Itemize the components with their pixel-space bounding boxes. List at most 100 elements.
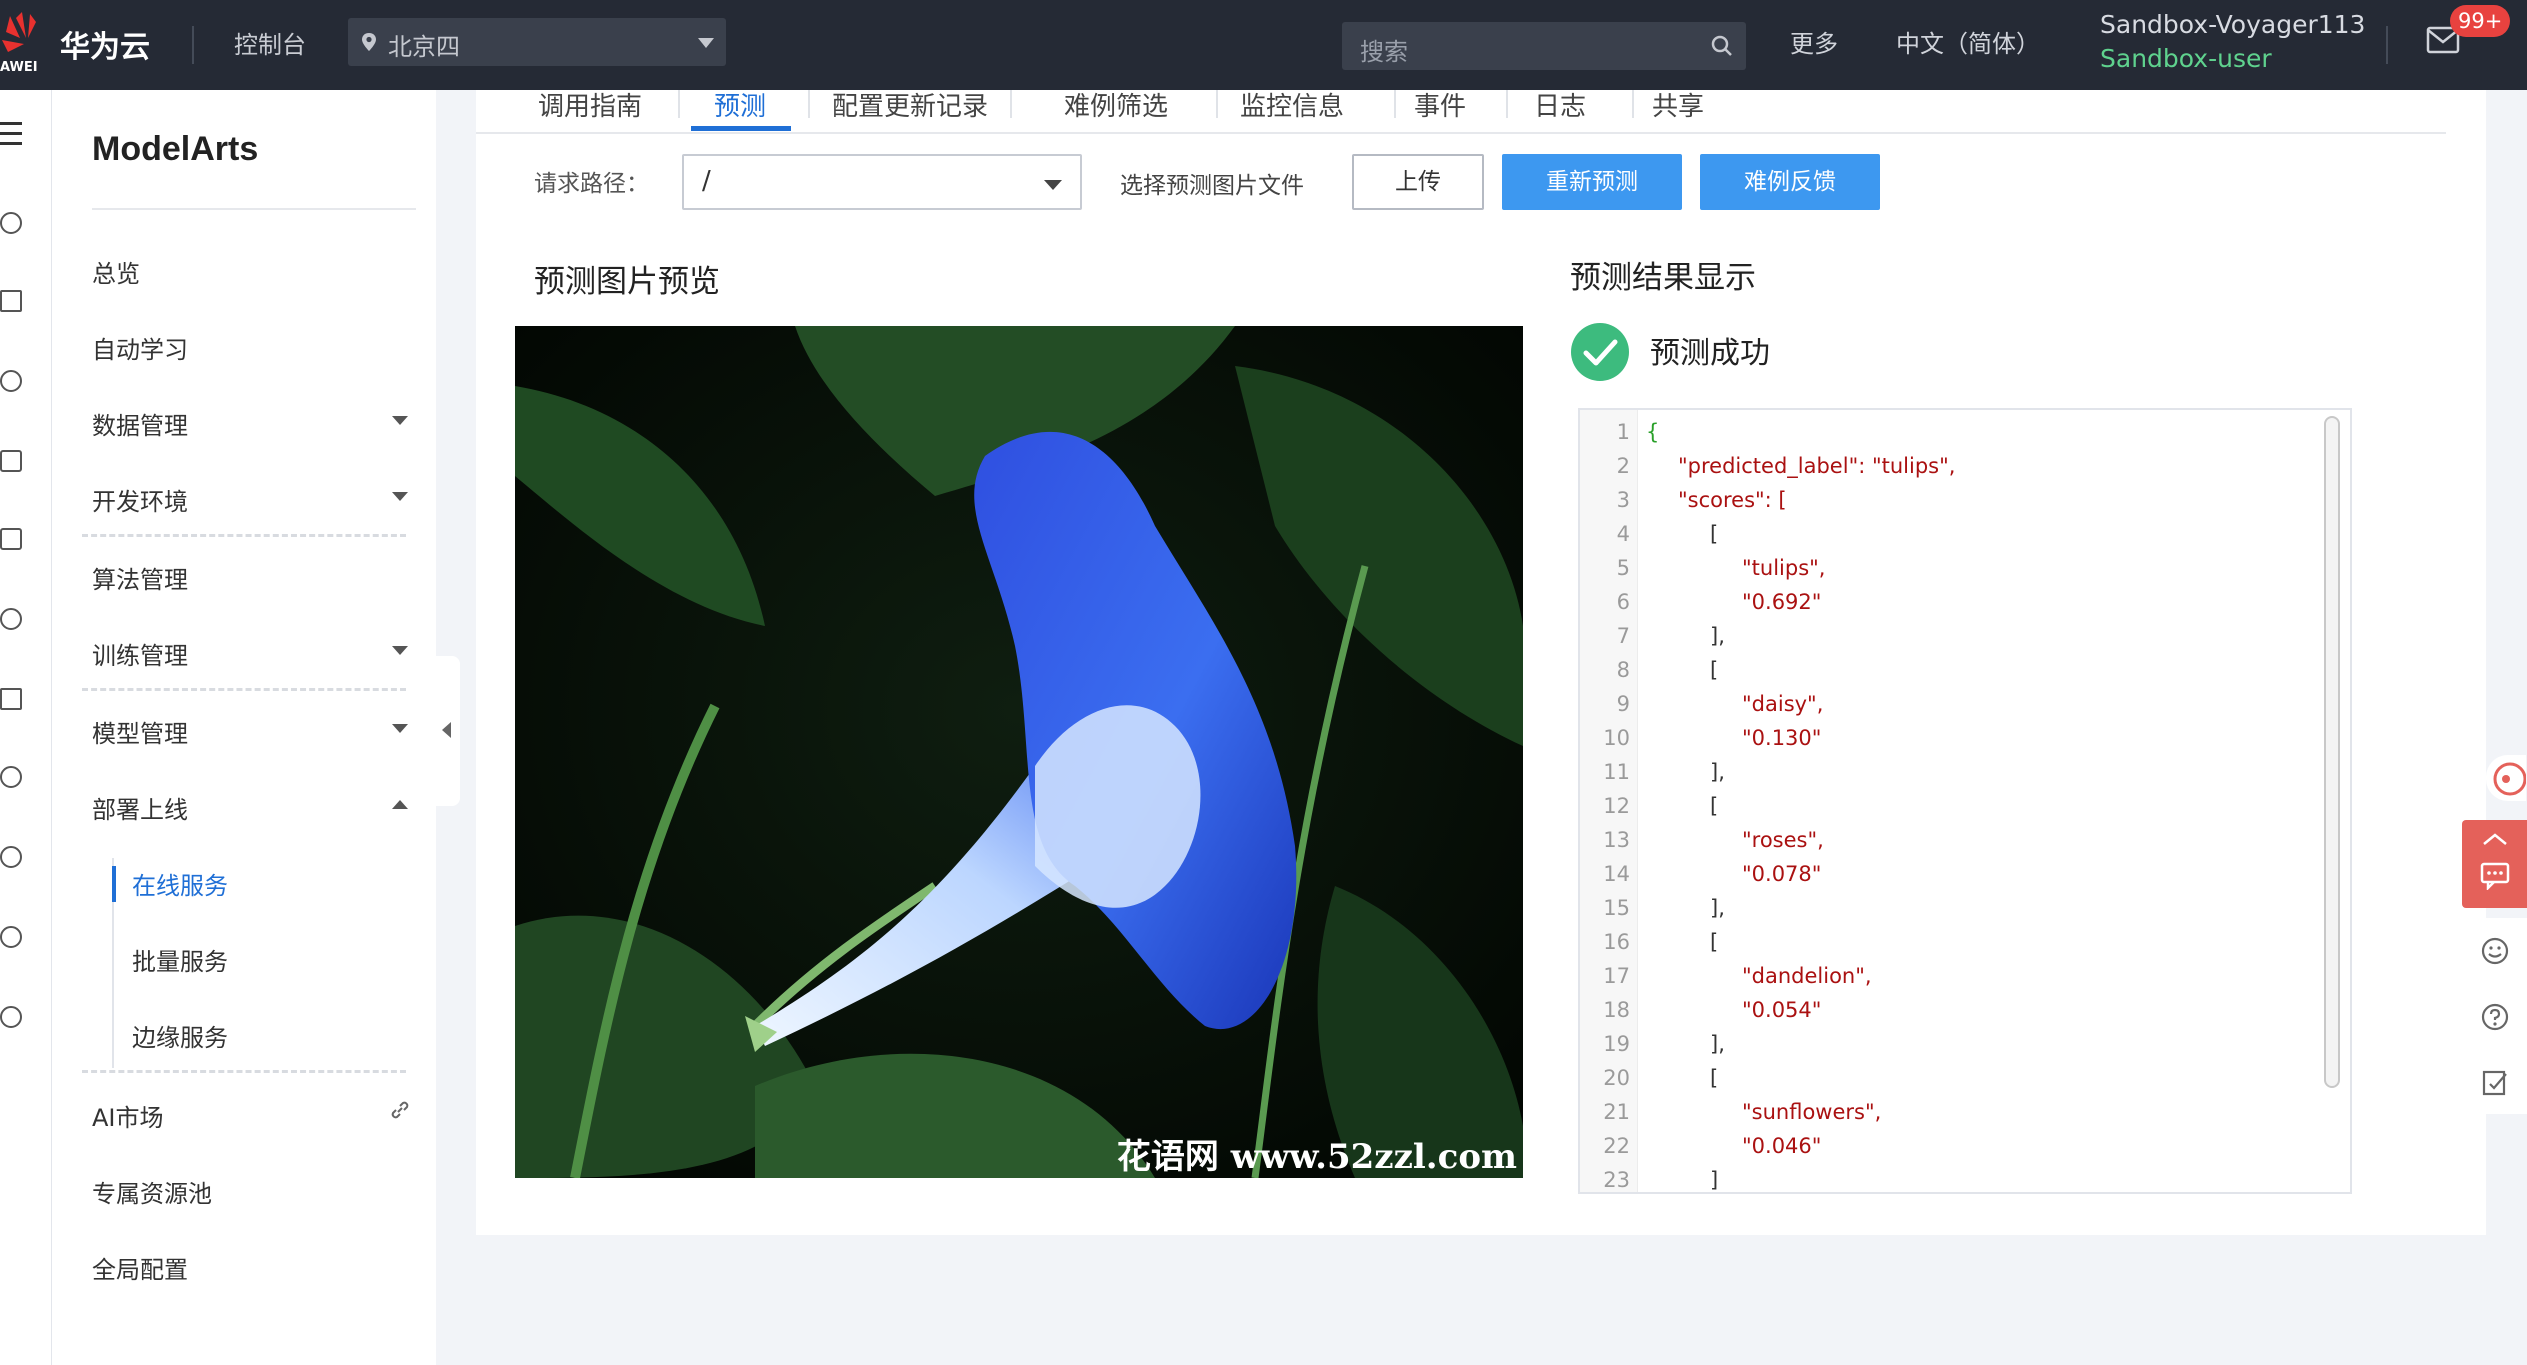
region-selector[interactable]: 北京四 — [348, 18, 726, 66]
chevron-down-icon — [1044, 180, 1062, 190]
code-line: "0.078" — [1742, 862, 1822, 886]
storage-icon[interactable] — [0, 926, 22, 948]
divider — [82, 688, 406, 691]
globe-icon[interactable] — [0, 766, 22, 788]
edit-note-icon[interactable] — [2480, 1068, 2510, 1098]
sidebar-item-dev-env[interactable]: 开发环境 — [92, 482, 188, 517]
tab-predict[interactable]: 预测 — [714, 86, 766, 123]
line-number: 23 — [1603, 1168, 1630, 1192]
compute-icon[interactable] — [0, 212, 22, 234]
code-line: [ — [1710, 522, 1719, 546]
online-chat-button[interactable] — [2462, 820, 2527, 908]
divider — [1394, 90, 1396, 118]
chevron-down-icon[interactable] — [392, 492, 408, 501]
files-icon[interactable] — [0, 528, 22, 550]
code-line: [ — [1710, 930, 1719, 954]
more-menu[interactable]: 更多 — [1790, 24, 1838, 59]
language-selector[interactable]: 中文（简体） — [1896, 24, 2040, 59]
line-number: 22 — [1603, 1134, 1630, 1158]
logo-text: AWEI — [0, 60, 38, 75]
code-line: ], — [1710, 760, 1725, 784]
sidebar-title: ModelArts — [92, 130, 259, 168]
code-scrollbar[interactable] — [2324, 416, 2340, 1088]
request-path-label: 请求路径： — [534, 171, 649, 197]
preview-title: 预测图片预览 — [534, 264, 720, 300]
top-navigation-bar: AWEI 华为云 控制台 北京四 搜索 更多 中文（简体） Sandbox-Vo… — [0, 0, 2527, 90]
line-number: 9 — [1616, 692, 1630, 716]
sidebar-item-dedicated-pool[interactable]: 专属资源池 — [92, 1174, 212, 1209]
assistant-avatar[interactable] — [2486, 755, 2527, 801]
user-account-name[interactable]: Sandbox-Voyager113 — [2100, 10, 2365, 39]
tab-usage-guide[interactable]: 调用指南 — [538, 86, 642, 123]
sidebar-item-training[interactable]: 训练管理 — [92, 636, 188, 671]
code-line: "tulips", — [1742, 556, 1826, 580]
cloud-service-icon[interactable] — [0, 1006, 22, 1028]
sidebar-item-overview[interactable]: 总览 — [92, 254, 140, 289]
line-number: 5 — [1616, 556, 1630, 580]
sidebar-item-edge-service[interactable]: 边缘服务 — [132, 1018, 228, 1053]
database-icon[interactable] — [0, 370, 22, 392]
help-icon[interactable] — [2480, 1002, 2510, 1032]
check-circle-icon — [1571, 323, 1629, 381]
sidebar-item-deploy[interactable]: 部署上线 — [92, 790, 188, 825]
tab-config-history[interactable]: 配置更新记录 — [832, 86, 988, 123]
sidebar-item-algorithm[interactable]: 算法管理 — [92, 560, 188, 595]
tab-monitoring[interactable]: 监控信息 — [1240, 86, 1344, 123]
notification-badge[interactable]: 99+ — [2450, 5, 2511, 37]
feedback-smile-icon[interactable] — [2480, 936, 2510, 966]
sidebar-item-ai-market[interactable]: AI市场 — [92, 1098, 164, 1133]
sidebar-collapse-toggle[interactable] — [436, 656, 460, 806]
prediction-result-code-viewer[interactable]: 1 2 3 4 5 6 7 8 9 10 11 12 13 14 15 16 1… — [1578, 408, 2352, 1194]
sidebar-item-data-management[interactable]: 数据管理 — [92, 406, 188, 441]
code-line: ], — [1710, 896, 1725, 920]
sidebar-item-online-service[interactable]: 在线服务 — [132, 866, 228, 901]
line-number: 20 — [1603, 1066, 1630, 1090]
user-role[interactable]: Sandbox-user — [2100, 44, 2272, 73]
tab-hard-example[interactable]: 难例筛选 — [1064, 86, 1168, 123]
code-line: "0.130" — [1742, 726, 1822, 750]
line-number: 1 — [1616, 420, 1630, 444]
active-indicator — [112, 866, 116, 902]
analytics-icon[interactable] — [0, 290, 22, 312]
prediction-image-preview: 花语网 www.52zzl.com — [515, 326, 1523, 1178]
tab-events[interactable]: 事件 — [1414, 86, 1466, 123]
sidebar-item-global-config[interactable]: 全局配置 — [92, 1250, 188, 1285]
search-icon[interactable] — [1710, 34, 1734, 58]
chevron-down-icon[interactable] — [392, 646, 408, 655]
brand-name[interactable]: 华为云 — [60, 22, 150, 66]
request-path-select[interactable]: / — [682, 154, 1082, 210]
line-number: 6 — [1616, 590, 1630, 614]
external-link-icon[interactable] — [390, 1100, 410, 1120]
code-line: "0.054" — [1742, 998, 1822, 1022]
line-number: 21 — [1603, 1100, 1630, 1124]
code-line: ], — [1710, 1032, 1725, 1056]
p-icon[interactable] — [0, 846, 22, 868]
sidebar-item-batch-service[interactable]: 批量服务 — [132, 942, 228, 977]
tab-logs[interactable]: 日志 — [1534, 86, 1586, 123]
upload-button[interactable]: 上传 — [1352, 154, 1484, 210]
line-number: 17 — [1603, 964, 1630, 988]
code-line: "dandelion", — [1742, 964, 1872, 988]
repredict-button[interactable]: 重新预测 — [1502, 154, 1682, 210]
search-input[interactable]: 搜索 — [1342, 22, 1746, 70]
line-number: 3 — [1616, 488, 1630, 512]
chevron-down-icon[interactable] — [392, 416, 408, 425]
deploy-icon[interactable] — [0, 688, 22, 710]
chat-icon — [2480, 862, 2510, 890]
sidebar-item-model[interactable]: 模型管理 — [92, 714, 188, 749]
console-link[interactable]: 控制台 — [234, 25, 306, 60]
document-icon[interactable] — [0, 450, 22, 472]
sidebar-item-auto-learning[interactable]: 自动学习 — [92, 330, 188, 365]
line-number: 11 — [1603, 760, 1630, 784]
location-pin-icon — [362, 33, 376, 51]
menu-icon[interactable] — [0, 122, 22, 152]
chevron-up-icon[interactable] — [392, 800, 408, 809]
chevron-down-icon[interactable] — [392, 724, 408, 733]
tab-share[interactable]: 共享 — [1652, 86, 1704, 123]
cloud-icon[interactable] — [0, 608, 22, 630]
chevron-down-icon — [698, 38, 714, 48]
line-number: 12 — [1603, 794, 1630, 818]
hard-example-feedback-button[interactable]: 难例反馈 — [1700, 154, 1880, 210]
result-title: 预测结果显示 — [1570, 260, 1756, 296]
code-line: [ — [1710, 1066, 1719, 1090]
